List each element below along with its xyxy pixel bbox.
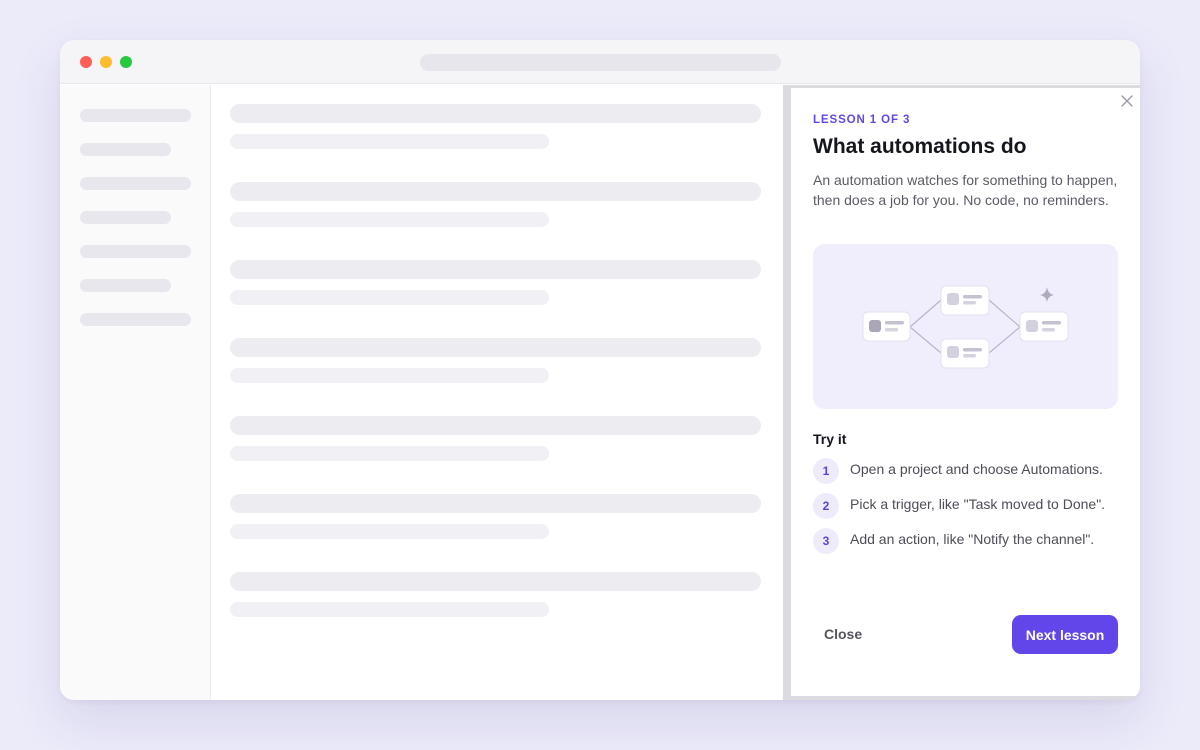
sidebar-skeleton [60,85,211,700]
window-minimize-dot[interactable] [100,56,112,68]
lesson-description: An automation watches for something to h… [813,172,1118,208]
sidebar-skeleton-line [80,211,171,224]
step-number-badge: 3 [813,528,839,554]
sidebar-skeleton-line [80,279,171,292]
skeleton-subrow [230,212,549,227]
skeleton-subrow [230,290,549,305]
skeleton-subrow [230,368,549,383]
sidebar-skeleton-line [80,109,191,122]
automation-illustration [813,244,1118,409]
step-item: 1 Open a project and choose Automations. [813,458,1123,484]
skeleton-row [230,260,761,279]
action-card [1019,311,1069,342]
sidebar-skeleton-line [80,177,191,190]
skeleton-subrow [230,524,549,539]
step-text: Add an action, like "Notify the channel"… [850,531,1095,547]
sidebar-skeleton-line [80,245,191,258]
lesson-panel: LESSON 1 OF 3 What automations do An aut… [791,88,1140,696]
skeleton-row [230,494,761,513]
skeleton-subrow [230,134,549,149]
skeleton-row [230,182,761,201]
trigger-card [862,311,911,342]
step-number-badge: 2 [813,493,839,519]
lesson-progress-label: LESSON 1 OF 3 [813,114,911,126]
lesson-title: What automations do [813,135,1027,158]
step-number-badge: 1 [813,458,839,484]
app-window: LESSON 1 OF 3 What automations do An aut… [60,40,1140,700]
sidebar-skeleton-line [80,313,191,326]
close-button[interactable]: Close [813,615,869,653]
window-zoom-dot[interactable] [120,56,132,68]
skeleton-row [230,104,761,123]
branch-card-bottom [940,338,990,369]
close-icon-glyph [1121,95,1133,107]
next-lesson-button[interactable]: Next lesson [1012,615,1118,654]
step-item: 3 Add an action, like "Notify the channe… [813,528,1123,554]
window-close-dot[interactable] [80,56,92,68]
try-it-heading: Try it [813,431,847,447]
branch-card-top [940,285,990,316]
step-text: Pick a trigger, like "Task moved to Done… [850,496,1106,512]
sidebar-skeleton-line [80,143,171,156]
skeleton-row [230,338,761,357]
sparkle-icon [1040,287,1054,302]
skeleton-subrow [230,446,549,461]
step-text: Open a project and choose Automations. [850,461,1103,477]
skeleton-row [230,416,761,435]
title-bar [60,40,1140,84]
skeleton-row [230,572,761,591]
address-bar-placeholder [420,54,781,71]
flow-diagram-illustration [862,285,1069,369]
content-skeleton [211,85,783,700]
close-icon[interactable] [1119,94,1135,110]
skeleton-subrow [230,602,549,617]
step-item: 2 Pick a trigger, like "Task moved to Do… [813,493,1123,519]
